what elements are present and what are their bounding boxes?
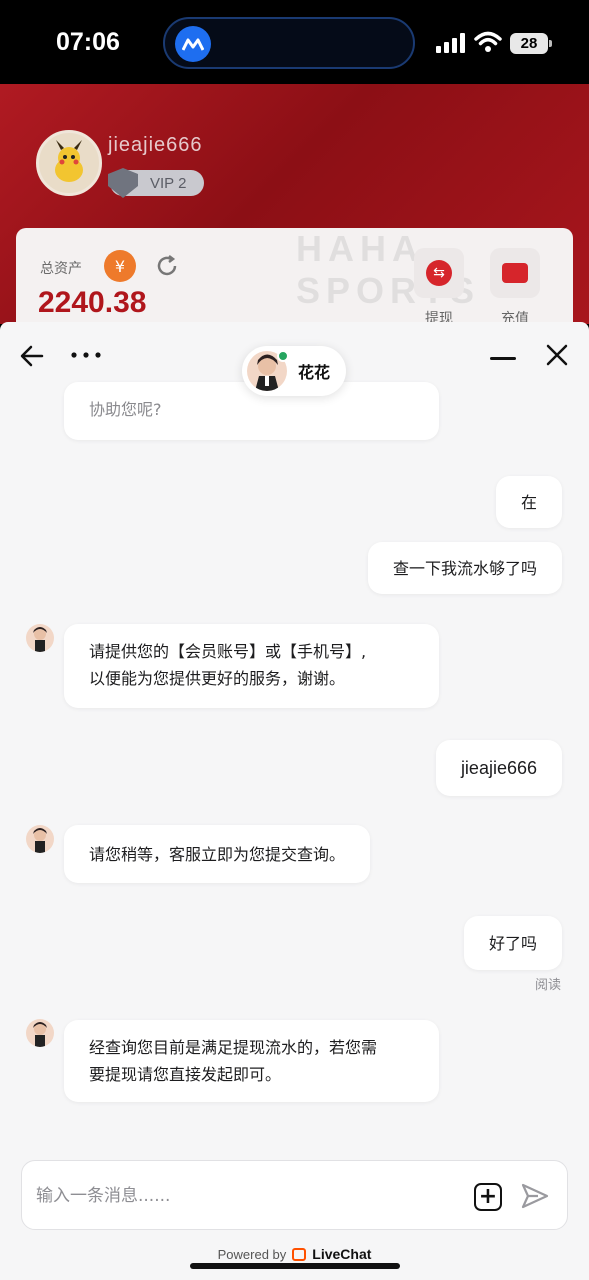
refresh-icon[interactable] — [155, 254, 179, 278]
minimize-icon — [490, 357, 516, 360]
asset-label: 总资产 — [40, 261, 82, 277]
powered-by-text: Powered by — [217, 1246, 287, 1262]
status-time: 07:06 — [56, 28, 120, 56]
pikachu-icon — [55, 140, 83, 182]
message-bubble-visitor: 好了吗 — [463, 916, 562, 970]
message-bubble-visitor: jieajie666 — [435, 740, 562, 796]
read-receipt: 阅读 — [534, 978, 561, 993]
yen-icon: ¥ — [104, 250, 136, 282]
close-button[interactable] — [542, 340, 572, 370]
dynamic-island — [163, 17, 415, 69]
send-icon[interactable] — [520, 1181, 550, 1211]
message-bubble-agent: 请您稍等，客服立即为您提交查询。 — [64, 825, 371, 883]
withdraw-icon: ⇆ — [426, 260, 452, 286]
home-indicator — [190, 1263, 400, 1269]
vip-badge: VIP 2 — [108, 168, 204, 198]
more-dots-icon — [71, 352, 101, 358]
asset-value: 2240.38 — [38, 286, 147, 319]
message-composer: + — [21, 1160, 568, 1230]
vip-shield-icon — [108, 168, 138, 198]
message-text-line: 请提供您的【会员账号】或【手机号】, — [89, 642, 367, 661]
message-text: jieajie666 — [460, 757, 537, 778]
agent-name: 花花 — [298, 363, 331, 382]
deposit-button[interactable] — [490, 248, 540, 298]
username: jieajie666 — [108, 134, 203, 156]
livechat-logo-icon — [292, 1247, 307, 1261]
powered-by[interactable]: Powered by LiveChat — [0, 1246, 589, 1262]
message-text-line: 要提现请您直接发起即可。 — [89, 1065, 282, 1084]
message-input[interactable] — [36, 1181, 456, 1211]
message-text-line: 以便能为您提供更好的服务，谢谢。 — [89, 669, 346, 688]
asset-card: 总资产 ¥ 2240.38 HAHA SPORTS ⇆ 提现 充值 — [16, 228, 573, 324]
battery-indicator: 28 — [510, 33, 552, 54]
more-options-button[interactable] — [68, 342, 104, 368]
message-bubble-agent: 请提供您的【会员账号】或【手机号】, 以便能为您提供更好的服务，谢谢。 — [64, 624, 439, 708]
message-list: 协助您呢? 在 查一下我流水够了吗 请提供您的【会员账号】或【手机号】, 以便能… — [0, 322, 589, 1280]
back-button[interactable] — [16, 340, 48, 372]
wifi-icon — [474, 31, 502, 52]
battery-tip — [549, 40, 552, 47]
online-status-dot — [277, 350, 289, 362]
livechat-brand: LiveChat — [312, 1246, 372, 1262]
message-bubble-visitor: 查一下我流水够了吗 — [367, 542, 562, 594]
plus-icon: + — [478, 1184, 498, 1209]
user-avatar[interactable] — [36, 130, 102, 196]
agent-avatar-small — [26, 825, 54, 853]
message-text: 好了吗 — [488, 933, 537, 953]
withdraw-button[interactable]: ⇆ — [414, 248, 464, 298]
message-text-line: 经查询您目前是满足提现流水的，若您需 — [89, 1038, 378, 1057]
message-text: 查一下我流水够了吗 — [392, 558, 537, 578]
card-icon — [502, 263, 528, 283]
battery-level: 28 — [510, 33, 548, 54]
message-bubble-agent: 经查询您目前是满足提现流水的，若您需 要提现请您直接发起即可。 — [64, 1020, 439, 1102]
close-icon — [546, 344, 568, 366]
arrow-left-icon — [20, 345, 44, 367]
message-text: 请您稍等，客服立即为您提交查询。 — [89, 844, 346, 864]
status-bar: 07:06 28 — [0, 0, 589, 84]
agent-pill[interactable]: 花花 — [242, 346, 346, 396]
app-background: jieajie666 VIP 2 总资产 ¥ 2240.38 HAHA SPOR… — [0, 84, 589, 324]
minimize-button[interactable] — [488, 348, 518, 370]
message-bubble-visitor: 在 — [495, 476, 562, 528]
attach-button[interactable]: + — [474, 1183, 502, 1211]
agent-avatar-small — [26, 624, 54, 652]
vip-label: VIP 2 — [150, 174, 187, 192]
livechat-panel: 协助您呢? 在 查一下我流水够了吗 请提供您的【会员账号】或【手机号】, 以便能… — [0, 322, 589, 1280]
cellular-signal-icon — [436, 33, 465, 53]
app-activity-icon — [175, 26, 211, 62]
message-text: 在 — [520, 492, 537, 512]
agent-avatar-small — [26, 1019, 54, 1047]
message-text: 协助您呢? — [89, 400, 162, 419]
